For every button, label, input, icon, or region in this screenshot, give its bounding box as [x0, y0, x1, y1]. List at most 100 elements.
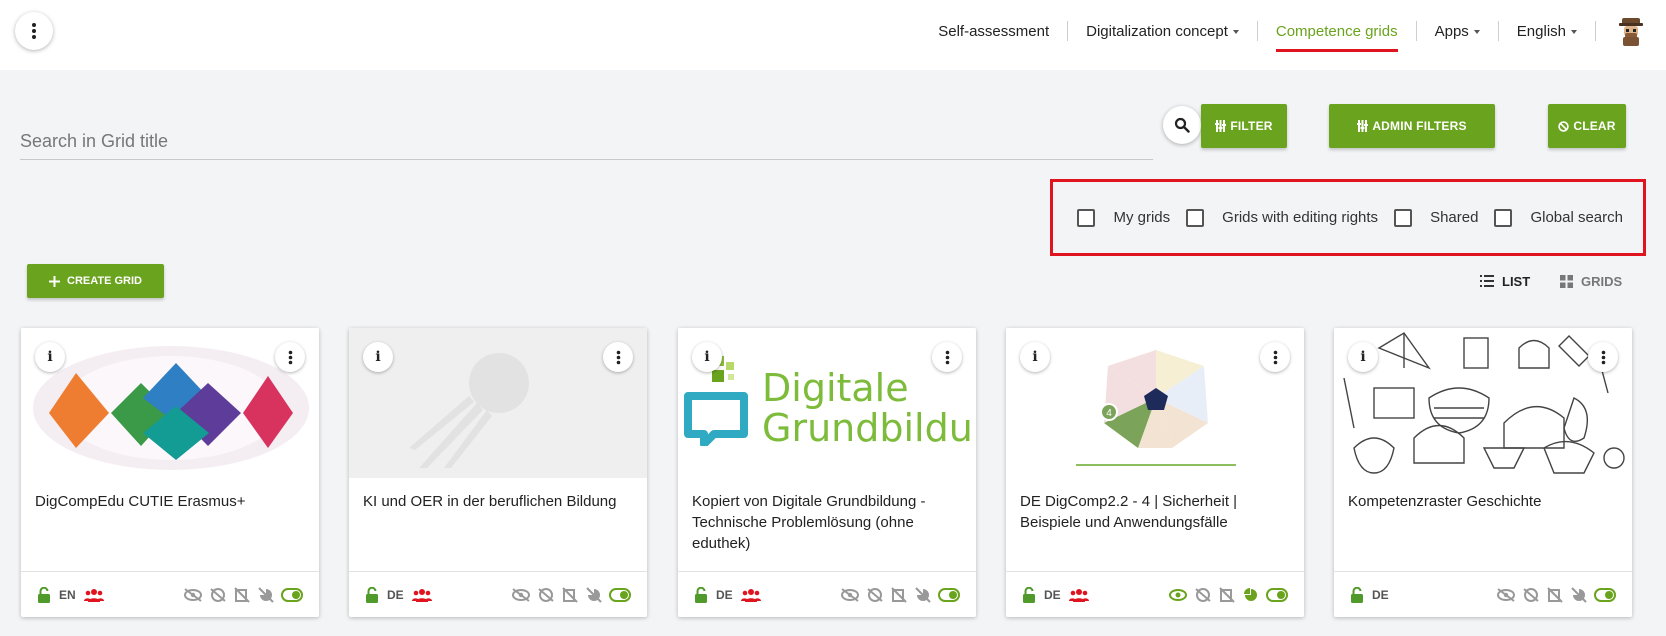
- card-language: DE: [1372, 587, 1389, 602]
- card-menu-button[interactable]: [275, 342, 305, 372]
- info-icon: i: [704, 349, 710, 365]
- ban-icon: [1558, 120, 1570, 132]
- unlock-icon: [38, 586, 50, 603]
- checkbox-shared[interactable]: Shared: [1394, 208, 1478, 227]
- comet-placeholder-image: [409, 353, 529, 468]
- filter-button[interactable]: FILTER: [1201, 104, 1287, 148]
- sliders-icon: [1357, 120, 1369, 132]
- digcompedu-diagram-image: [33, 346, 309, 470]
- checkbox-my-grids[interactable]: My grids: [1077, 208, 1170, 227]
- card-status-icons: [183, 586, 303, 603]
- eye-off-icon: [1497, 587, 1515, 602]
- nav-apps[interactable]: Apps: [1417, 20, 1498, 42]
- info-button[interactable]: i: [1348, 342, 1378, 372]
- card-menu-button[interactable]: [932, 342, 962, 372]
- toggle-on-icon[interactable]: [281, 587, 303, 602]
- user-avatar[interactable]: [1596, 15, 1666, 47]
- checkbox-global-search[interactable]: Global search: [1494, 208, 1623, 227]
- users-shared-icon: [1068, 588, 1089, 602]
- users-shared-icon: [411, 588, 432, 602]
- chart-pie-icon: [1244, 587, 1257, 601]
- eye-off-icon: [841, 587, 859, 602]
- chart-off-icon: [586, 586, 602, 603]
- users-shared-icon: [83, 588, 104, 602]
- card-menu-button[interactable]: [603, 342, 633, 372]
- card-menu-button[interactable]: [1260, 342, 1290, 372]
- create-grid-button[interactable]: CREATE GRID: [27, 264, 164, 298]
- segment-number: 4: [1106, 408, 1112, 419]
- card-language: DE: [716, 587, 733, 602]
- info-button[interactable]: i: [35, 342, 65, 372]
- grid-card[interactable]: i DigCompEdu CUTIE Erasmus+ EN: [21, 328, 319, 617]
- caret-down-icon: [1232, 29, 1239, 34]
- view-list-toggle[interactable]: LIST: [1480, 270, 1530, 292]
- card-footer: DE: [1006, 571, 1304, 617]
- more-vertical-icon: [288, 350, 292, 364]
- info-button[interactable]: i: [1020, 342, 1050, 372]
- nav-digitalization-concept[interactable]: Digitalization concept: [1068, 20, 1257, 42]
- nav-competence-grids[interactable]: Competence grids: [1258, 20, 1416, 52]
- more-vertical-icon: [1601, 350, 1605, 364]
- admin-filters-button[interactable]: ADMIN FILTERS: [1329, 104, 1495, 148]
- unlock-icon: [1351, 586, 1363, 603]
- grid-card[interactable]: i KI und OER in der beruflichen Bildung …: [349, 328, 647, 617]
- card-image: Digitale Grundbildung: [678, 328, 976, 478]
- info-icon: i: [1032, 349, 1038, 365]
- card-image: [21, 328, 319, 478]
- grid-card[interactable]: 4 i DE DigComp2.2 - 4 | Sicherheit | Bei…: [1006, 328, 1304, 617]
- view-grids-toggle[interactable]: GRIDS: [1560, 270, 1622, 292]
- toggle-on-icon[interactable]: [609, 587, 631, 602]
- digitale-grundbildung-logo: Digitale Grundbildung: [684, 356, 976, 456]
- toggle-on-icon[interactable]: [1266, 587, 1288, 602]
- copy-off-icon: [1547, 586, 1563, 603]
- checkbox[interactable]: [1394, 208, 1413, 227]
- active-underline: [1275, 49, 1398, 52]
- checkbox[interactable]: [1494, 208, 1513, 227]
- info-icon: i: [375, 349, 381, 365]
- nav-language-select[interactable]: English: [1499, 20, 1595, 42]
- card-image: 4: [1006, 328, 1304, 478]
- card-menu-button[interactable]: [1588, 342, 1618, 372]
- more-vertical-icon: [616, 350, 620, 364]
- main-nav: Self-assessment Digitalization concept C…: [920, 0, 1666, 62]
- info-icon: i: [1360, 349, 1366, 365]
- grid-card[interactable]: i Kompetenzraster Geschichte DE: [1334, 328, 1632, 617]
- checkbox-editing-rights[interactable]: Grids with editing rights: [1186, 208, 1378, 227]
- search-icon: [1174, 117, 1190, 133]
- card-title: Kompetenzraster Geschichte: [1348, 493, 1542, 510]
- info-icon: i: [47, 349, 53, 365]
- avatar-image: [1619, 18, 1643, 46]
- copy-off-icon: [891, 586, 907, 603]
- top-bar: Self-assessment Digitalization concept C…: [0, 0, 1666, 70]
- search-input[interactable]: [20, 124, 1153, 158]
- card-language: DE: [387, 587, 404, 602]
- main-menu-button[interactable]: [15, 12, 53, 50]
- checkbox[interactable]: [1186, 208, 1205, 227]
- unlock-icon: [695, 586, 707, 603]
- toggle-on-icon[interactable]: [1594, 587, 1616, 602]
- grid-scope-filters: My grids Grids with editing rights Share…: [1050, 179, 1646, 256]
- checkbox[interactable]: [1077, 208, 1096, 227]
- info-button[interactable]: i: [692, 342, 722, 372]
- chart-off-icon: [258, 586, 274, 603]
- card-footer: EN: [21, 571, 319, 617]
- users-shared-icon: [740, 588, 761, 602]
- eye-off-icon: [184, 587, 202, 602]
- caret-down-icon: [1571, 29, 1577, 34]
- grid-card[interactable]: Digitale Grundbildung i Kopiert von Digi…: [678, 328, 976, 617]
- card-status-icons: [840, 586, 960, 603]
- card-title: Kopiert von Digitale Grundbildung - Tech…: [692, 493, 926, 552]
- card-image: [1334, 328, 1632, 478]
- unlock-icon: [1023, 586, 1035, 603]
- info-button[interactable]: i: [363, 342, 393, 372]
- award-off-icon: [1523, 587, 1539, 602]
- card-footer: DE: [678, 571, 976, 617]
- nav-self-assessment[interactable]: Self-assessment: [920, 20, 1067, 42]
- clear-button[interactable]: CLEAR: [1548, 104, 1626, 148]
- copy-off-icon: [1219, 586, 1235, 603]
- card-status-icons: [1168, 586, 1288, 603]
- toggle-on-icon[interactable]: [938, 587, 960, 602]
- copy-off-icon: [234, 586, 250, 603]
- card-title: KI und OER in der beruflichen Bildung: [363, 493, 617, 510]
- search-button[interactable]: [1163, 106, 1201, 144]
